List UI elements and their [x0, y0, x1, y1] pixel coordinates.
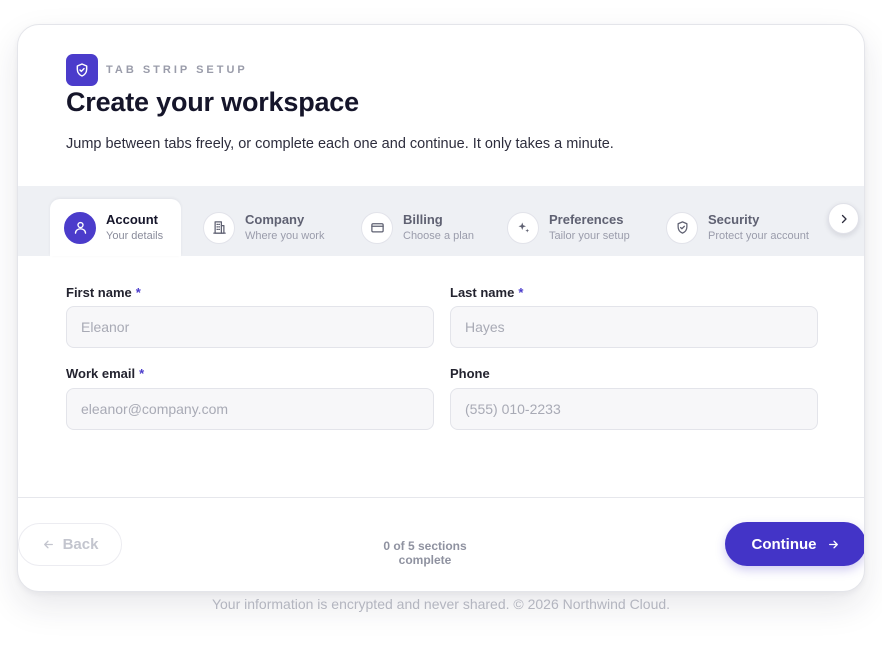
work-email-input[interactable] — [66, 388, 434, 430]
tab-sublabel: Your details — [106, 230, 164, 242]
tab-strip: Account Your details Company Where you w… — [18, 186, 864, 256]
first-name-label: First name * — [66, 285, 141, 300]
tab-label: Security — [708, 212, 760, 227]
page-title: Create your workspace — [66, 87, 359, 117]
back-button[interactable]: Back — [18, 523, 122, 566]
tab-sublabel: Choose a plan — [403, 230, 474, 242]
credit-card-icon — [361, 211, 393, 244]
building-icon — [203, 211, 235, 244]
shield-icon — [66, 54, 98, 86]
page-subtitle: Jump between tabs freely, or complete ea… — [66, 136, 614, 152]
last-name-input[interactable] — [450, 306, 818, 348]
footer-divider — [18, 497, 864, 498]
tab-label: Billing — [403, 212, 443, 227]
phone-input[interactable] — [450, 388, 818, 430]
tab-security[interactable]: Security Protect your account — [652, 199, 822, 256]
back-button-label: Back — [62, 536, 99, 553]
tab-sublabel: Where you work — [245, 230, 325, 242]
shield-icon — [666, 211, 698, 244]
tab-sublabel: Protect your account — [708, 230, 809, 242]
phone-label: Phone — [450, 366, 490, 381]
arrow-right-icon — [828, 540, 838, 548]
required-marker: * — [518, 285, 524, 300]
tab-label: Preferences — [549, 212, 624, 227]
required-marker: * — [139, 366, 145, 381]
tab-billing[interactable]: Billing Choose a plan — [347, 199, 487, 256]
work-email-label: Work email * — [66, 366, 145, 381]
tab-preferences[interactable]: Preferences Tailor your setup — [493, 199, 645, 256]
tab-label: Company — [245, 212, 305, 227]
footer-note: Your information is encrypted and never … — [211, 596, 671, 612]
arrow-left-icon — [43, 540, 53, 549]
continue-button[interactable]: Continue — [725, 522, 864, 566]
first-name-input[interactable] — [66, 306, 434, 348]
eyebrow: TAB STRIP SETUP — [66, 54, 248, 86]
user-icon — [64, 211, 96, 244]
setup-card: TAB STRIP SETUP Create your workspace Ju… — [17, 24, 865, 592]
continue-button-label: Continue — [751, 535, 817, 553]
tab-company[interactable]: Company Where you work — [189, 199, 337, 256]
tab-label: Account — [106, 212, 158, 227]
chevron-right-icon — [841, 214, 847, 223]
sparkle-icon — [507, 211, 539, 244]
tab-account[interactable]: Account Your details — [50, 199, 181, 256]
eyebrow-text: TAB STRIP SETUP — [106, 64, 248, 76]
tab-sublabel: Tailor your setup — [549, 230, 630, 242]
last-name-label: Last name * — [450, 285, 524, 300]
tabs-scroll-right-button[interactable] — [828, 203, 859, 234]
required-marker: * — [135, 285, 141, 300]
progress-status: 0 of 5 sections complete — [383, 539, 467, 567]
